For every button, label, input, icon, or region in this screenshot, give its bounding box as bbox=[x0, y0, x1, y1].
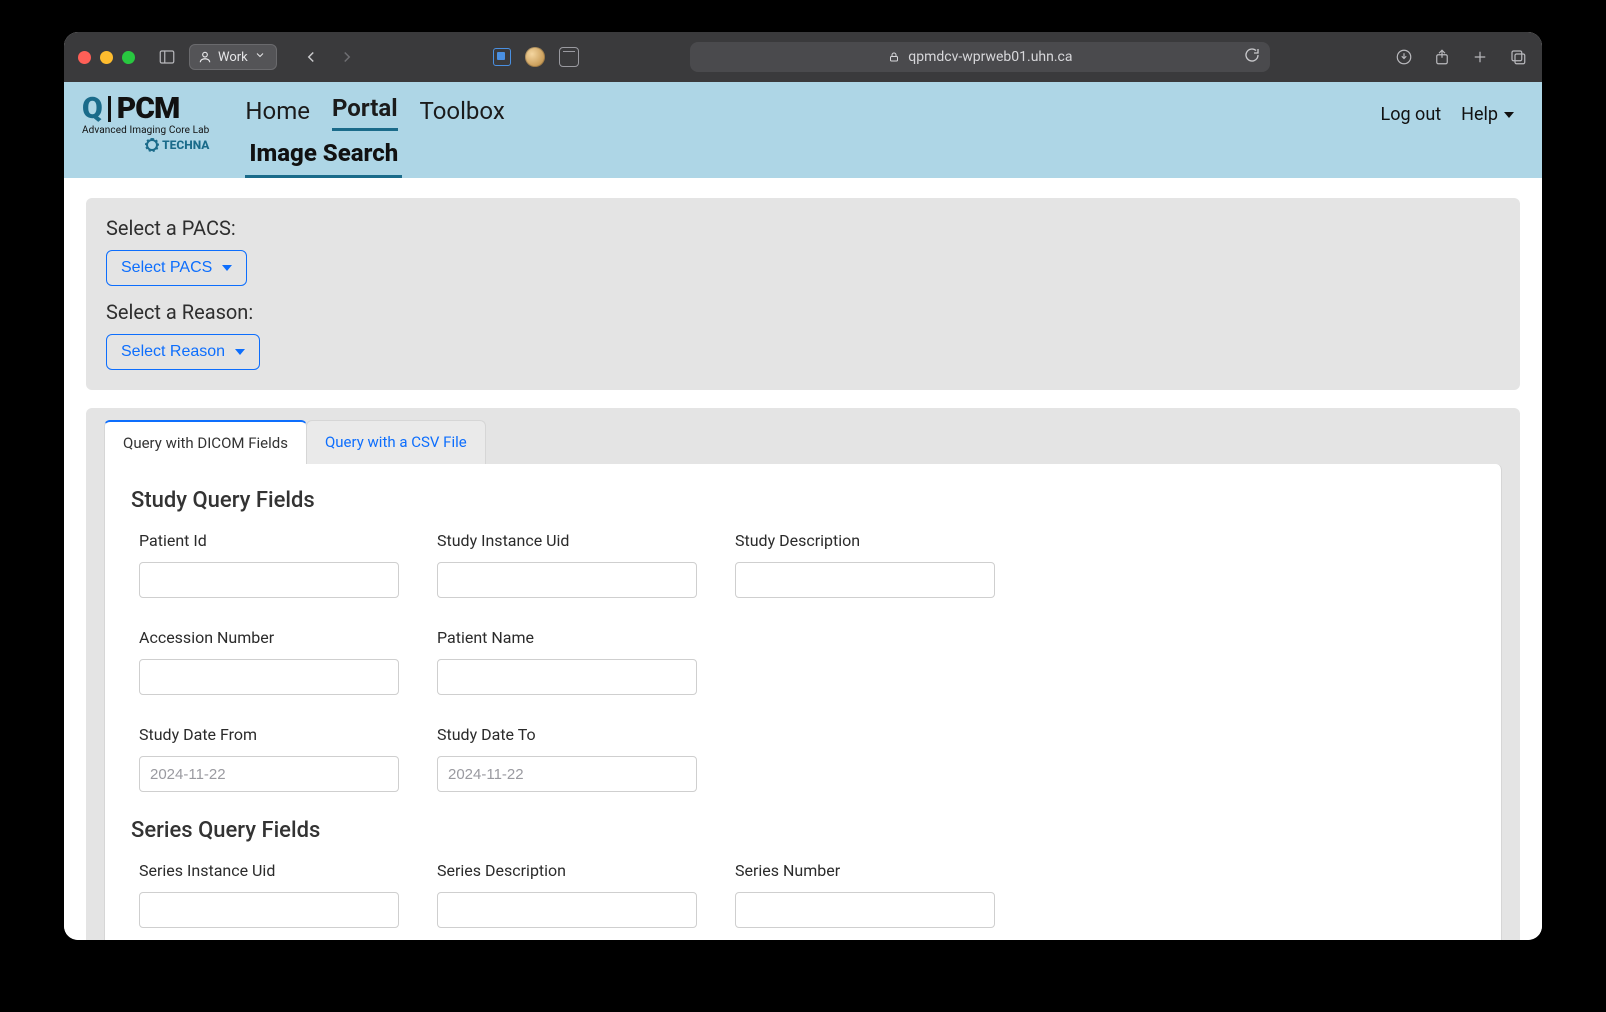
field-series-instance-uid: Series Instance Uid bbox=[139, 861, 409, 928]
logo-pcm: PCM bbox=[117, 94, 180, 124]
select-reason-label: Select a Reason: bbox=[106, 300, 1500, 324]
label-study-instance-uid: Study Instance Uid bbox=[437, 531, 707, 550]
minimize-window-icon[interactable] bbox=[100, 51, 113, 64]
page-scroll[interactable]: Q PCM Advanced Imaging Core Lab TECHNA H… bbox=[64, 82, 1542, 940]
field-series-description: Series Description bbox=[437, 861, 707, 928]
field-patient-id: Patient Id bbox=[139, 531, 409, 598]
nav-portal[interactable]: Portal bbox=[332, 94, 398, 131]
select-reason-button[interactable]: Select Reason bbox=[106, 334, 260, 370]
tab-content: Study Query Fields Patient Id Study Inst… bbox=[104, 464, 1502, 940]
chevron-down-icon bbox=[254, 49, 266, 65]
caret-down-icon bbox=[1504, 112, 1514, 118]
field-study-date-from: Study Date From bbox=[139, 725, 409, 792]
nav-home[interactable]: Home bbox=[245, 97, 310, 131]
page-doc-icon[interactable] bbox=[493, 48, 511, 66]
label-series-number: Series Number bbox=[735, 861, 1005, 880]
new-tab-icon[interactable] bbox=[1470, 47, 1490, 67]
select-pacs-button-label: Select PACS bbox=[121, 259, 212, 277]
toolbar-extras bbox=[493, 47, 579, 67]
input-accession-number[interactable] bbox=[139, 659, 399, 695]
field-study-description: Study Description bbox=[735, 531, 1005, 598]
person-icon bbox=[198, 50, 212, 64]
url-host: qpmdcv-wprweb01.uhn.ca bbox=[908, 49, 1072, 65]
downloads-icon[interactable] bbox=[1394, 47, 1414, 67]
study-heading: Study Query Fields bbox=[131, 488, 1475, 513]
label-patient-id: Patient Id bbox=[139, 531, 409, 550]
fullscreen-window-icon[interactable] bbox=[122, 51, 135, 64]
help-dropdown[interactable]: Help bbox=[1461, 104, 1514, 125]
series-heading: Series Query Fields bbox=[131, 818, 1475, 843]
tab-overview-icon[interactable] bbox=[1508, 47, 1528, 67]
label-accession-number: Accession Number bbox=[139, 628, 409, 647]
logout-link[interactable]: Log out bbox=[1381, 104, 1442, 125]
input-study-description[interactable] bbox=[735, 562, 995, 598]
content: Select a PACS: Select PACS Select a Reas… bbox=[64, 178, 1542, 940]
label-series-instance-uid: Series Instance Uid bbox=[139, 861, 409, 880]
input-patient-name[interactable] bbox=[437, 659, 697, 695]
input-series-number[interactable] bbox=[735, 892, 995, 928]
browser-window: Work qpmdcv-wprweb01.uhn.ca bbox=[64, 32, 1542, 940]
input-patient-id[interactable] bbox=[139, 562, 399, 598]
select-reason-button-label: Select Reason bbox=[121, 343, 225, 361]
label-study-date-to: Study Date To bbox=[437, 725, 707, 744]
site-favicon-icon[interactable] bbox=[525, 47, 545, 67]
input-study-instance-uid[interactable] bbox=[437, 562, 697, 598]
logo-q: Q bbox=[82, 94, 102, 124]
label-study-description: Study Description bbox=[735, 531, 1005, 550]
reload-icon[interactable] bbox=[1244, 47, 1260, 67]
logo-brand-text: TECHNA bbox=[162, 139, 209, 151]
back-button[interactable] bbox=[297, 44, 325, 70]
caret-down-icon bbox=[222, 265, 232, 271]
label-patient-name: Patient Name bbox=[437, 628, 707, 647]
help-label: Help bbox=[1461, 104, 1498, 125]
logo-top: Q PCM bbox=[82, 94, 209, 124]
input-study-date-from[interactable] bbox=[139, 756, 399, 792]
label-series-description: Series Description bbox=[437, 861, 707, 880]
address-bar[interactable]: qpmdcv-wprweb01.uhn.ca bbox=[690, 42, 1270, 72]
nav-arrows bbox=[297, 44, 361, 70]
tab-csv-file[interactable]: Query with a CSV File bbox=[306, 420, 486, 464]
field-accession-number: Accession Number bbox=[139, 628, 409, 695]
selectors-panel: Select a PACS: Select PACS Select a Reas… bbox=[86, 198, 1520, 390]
forward-button[interactable] bbox=[333, 44, 361, 70]
input-series-instance-uid[interactable] bbox=[139, 892, 399, 928]
toolbar-right bbox=[1394, 47, 1528, 67]
lock-icon bbox=[888, 51, 900, 63]
tab-dicom-fields[interactable]: Query with DICOM Fields bbox=[104, 420, 307, 464]
close-window-icon[interactable] bbox=[78, 51, 91, 64]
field-study-date-to: Study Date To bbox=[437, 725, 707, 792]
profile-label: Work bbox=[218, 50, 248, 65]
tabs-bar: Query with DICOM Fields Query with a CSV… bbox=[86, 408, 1520, 464]
input-study-date-to[interactable] bbox=[437, 756, 697, 792]
select-pacs-button[interactable]: Select PACS bbox=[106, 250, 247, 286]
select-pacs-label: Select a PACS: bbox=[106, 216, 1500, 240]
logo-subtitle: Advanced Imaging Core Lab bbox=[82, 126, 209, 136]
window-controls bbox=[78, 51, 135, 64]
nav-image-search[interactable]: Image Search bbox=[245, 135, 402, 178]
sidebar-toggle-icon[interactable] bbox=[157, 47, 177, 67]
primary-nav: Home Portal Toolbox Image Search bbox=[245, 90, 504, 178]
field-patient-name: Patient Name bbox=[437, 628, 707, 695]
caret-down-icon bbox=[235, 349, 245, 355]
privacy-report-icon[interactable] bbox=[559, 47, 579, 67]
profile-switcher[interactable]: Work bbox=[189, 44, 277, 70]
tab-csv-label: Query with a CSV File bbox=[325, 433, 467, 451]
field-series-number: Series Number bbox=[735, 861, 1005, 928]
query-tabs-panel: Query with DICOM Fields Query with a CSV… bbox=[86, 408, 1520, 940]
logo-brand: TECHNA bbox=[82, 139, 209, 151]
label-study-date-from: Study Date From bbox=[139, 725, 409, 744]
browser-toolbar: Work qpmdcv-wprweb01.uhn.ca bbox=[64, 32, 1542, 82]
input-series-description[interactable] bbox=[437, 892, 697, 928]
nav-toolbox[interactable]: Toolbox bbox=[420, 97, 505, 131]
share-icon[interactable] bbox=[1432, 47, 1452, 67]
app-header: Q PCM Advanced Imaging Core Lab TECHNA H… bbox=[64, 82, 1542, 178]
app-logo[interactable]: Q PCM Advanced Imaging Core Lab TECHNA bbox=[82, 90, 209, 151]
gear-icon bbox=[146, 139, 158, 151]
page-viewport: Q PCM Advanced Imaging Core Lab TECHNA H… bbox=[64, 82, 1542, 940]
header-right: Log out Help bbox=[1381, 90, 1524, 125]
field-study-instance-uid: Study Instance Uid bbox=[437, 531, 707, 598]
tab-dicom-label: Query with DICOM Fields bbox=[123, 434, 288, 452]
logo-divider bbox=[108, 96, 111, 122]
